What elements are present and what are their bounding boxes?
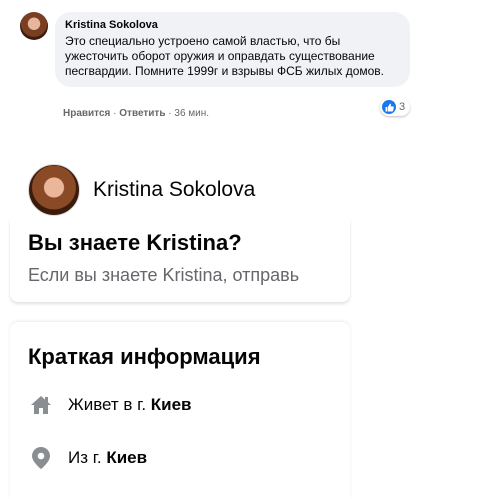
- intro-row-from: Из г. Киев: [28, 445, 147, 471]
- intro-row-lives-in: Живет в г. Киев: [28, 392, 192, 418]
- profile-name[interactable]: Kristina Sokolova: [93, 178, 255, 202]
- location-pin-icon: [28, 445, 54, 471]
- from-prefix: Из г.: [68, 448, 107, 467]
- know-card: Вы знаете Kristina? Если вы знаете Krist…: [10, 220, 350, 302]
- comment-timestamp[interactable]: 36 мин.: [174, 108, 209, 119]
- profile-header: Kristina Sokolova: [10, 158, 350, 220]
- comment-avatar[interactable]: [20, 12, 48, 40]
- reaction-summary[interactable]: 3: [380, 98, 411, 116]
- from-city[interactable]: Киев: [106, 448, 147, 467]
- intro-card: Краткая информация Живет в г. Киев Из г.…: [10, 322, 350, 499]
- action-separator: ·: [113, 108, 117, 119]
- comment-author[interactable]: Kristina Sokolova: [65, 18, 400, 32]
- home-icon: [28, 392, 54, 418]
- like-icon: [382, 100, 396, 114]
- comment-text: Это специально устроено самой властью, ч…: [65, 34, 385, 78]
- reply-link[interactable]: Ответить: [119, 108, 165, 119]
- comment-actions: Нравится · Ответить · 36 мин.: [63, 108, 209, 119]
- intro-title: Краткая информация: [28, 344, 261, 369]
- action-separator: ·: [168, 108, 172, 119]
- like-link[interactable]: Нравится: [63, 108, 110, 119]
- know-card-subtitle: Если вы знаете Kristina, отправь: [28, 265, 300, 285]
- lives-in-prefix: Живет в г.: [68, 395, 151, 414]
- comment-bubble: Kristina Sokolova Это специально устроен…: [55, 12, 410, 87]
- know-card-title: Вы знаете Kristina?: [28, 230, 242, 255]
- lives-in-city[interactable]: Киев: [151, 395, 192, 414]
- reaction-count: 3: [399, 101, 406, 113]
- profile-avatar[interactable]: [28, 164, 80, 216]
